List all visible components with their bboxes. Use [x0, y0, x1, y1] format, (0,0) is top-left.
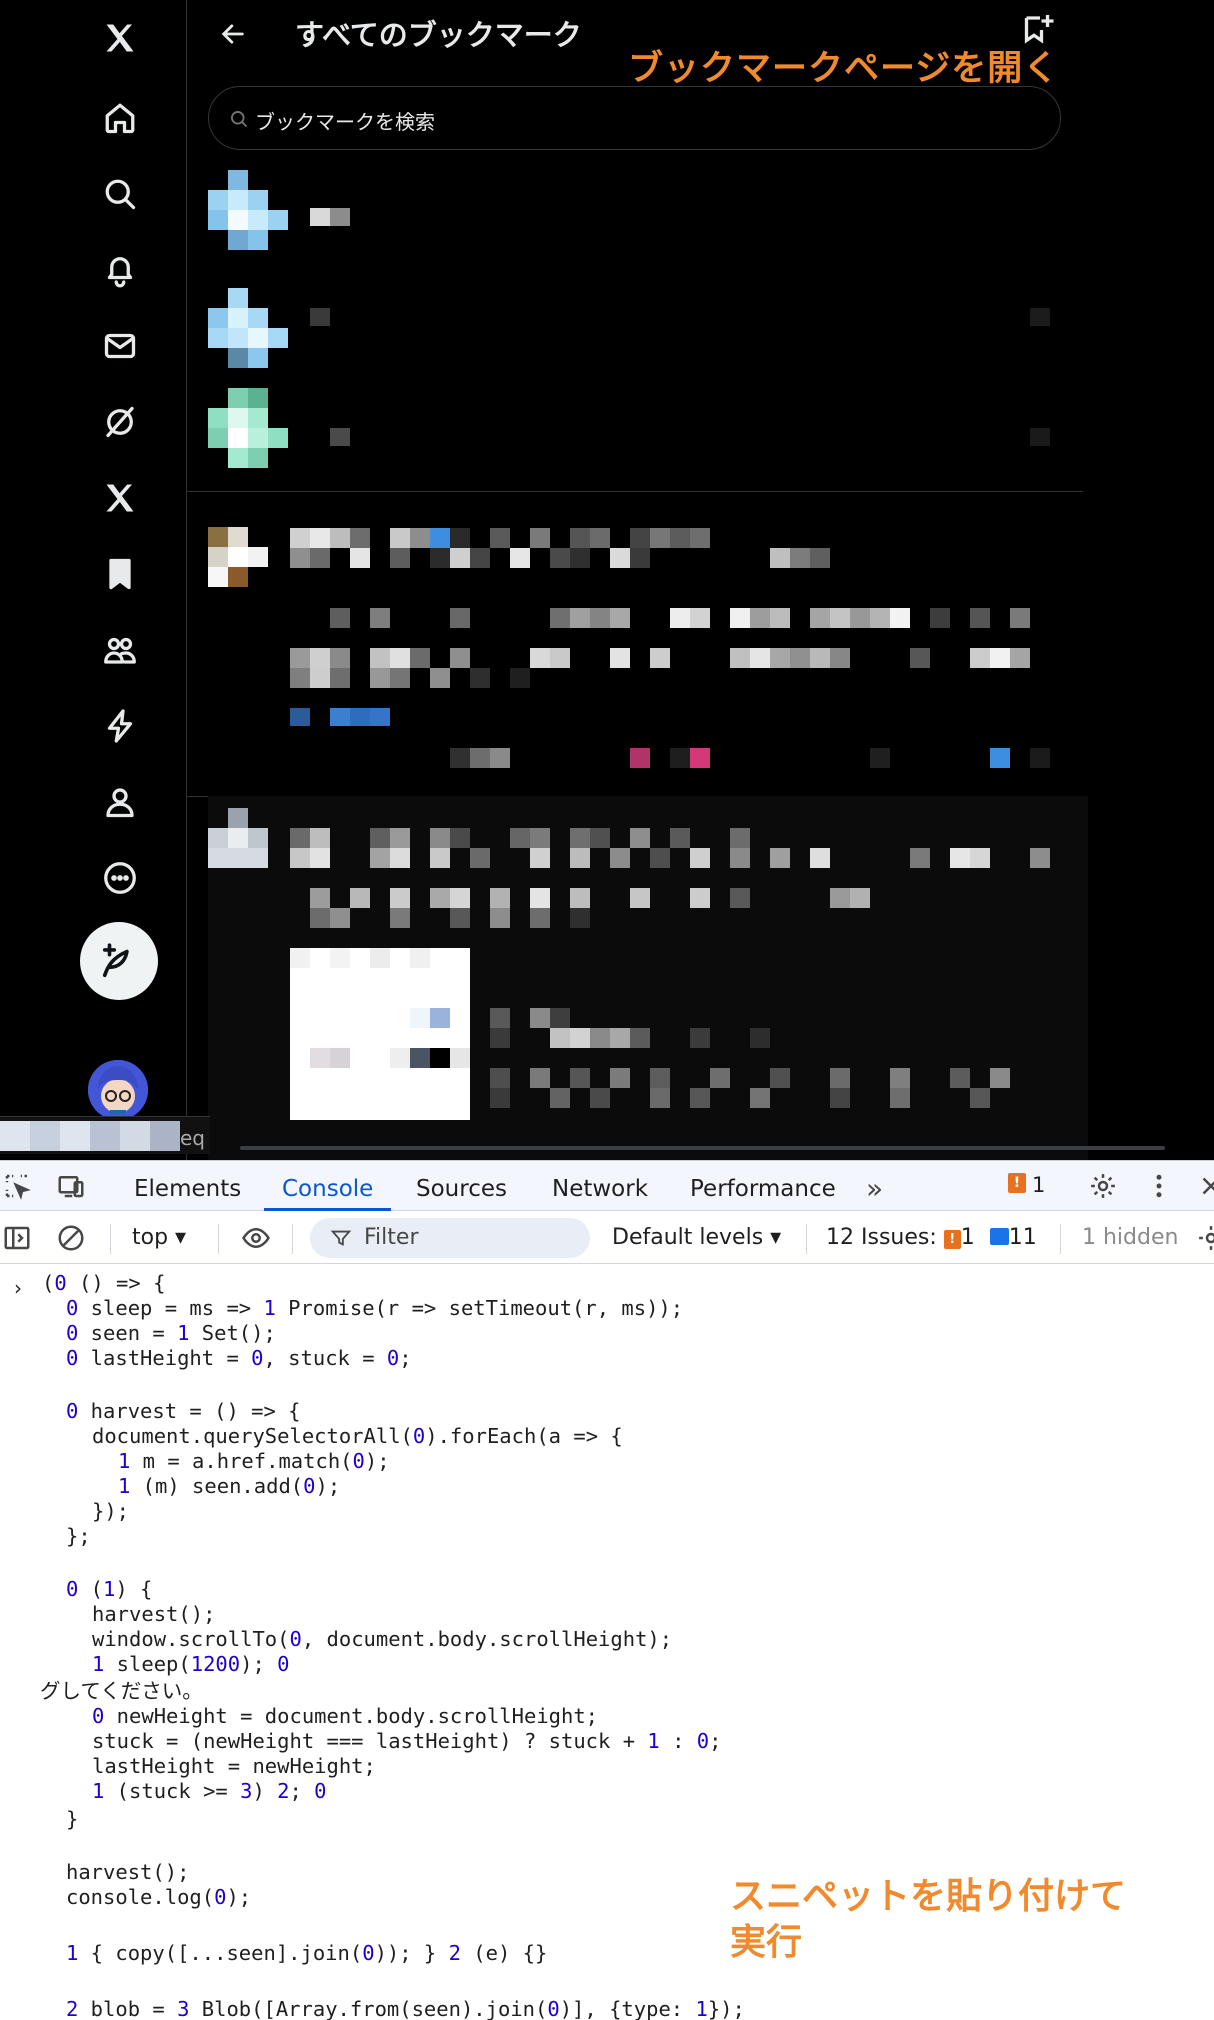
- code-line: グしてください。: [40, 1679, 203, 1703]
- code-line: harvest();: [66, 1860, 190, 1884]
- issues-summary[interactable]: 12 Issues: ! 1 11: [826, 1225, 1037, 1250]
- code-line: 0 sleep = ms => 1 Promise(r => setTimeou…: [66, 1296, 684, 1320]
- code-line: document.querySelectorAll(0).forEach(a =…: [92, 1424, 623, 1448]
- annotation-line: スニペットを貼り付けて: [730, 1876, 1127, 1917]
- tab-console[interactable]: Console: [264, 1161, 392, 1211]
- horizontal-scrollbar[interactable]: [240, 1146, 1165, 1150]
- hidden-messages-count: 1 hidden: [1082, 1225, 1179, 1250]
- issues-warn-count: 1: [960, 1225, 975, 1250]
- code-line: 2 blob = 3 Blob([Array.from(seen).join(0…: [66, 1997, 745, 2020]
- context-value: top: [132, 1225, 169, 1250]
- blurred-avatar: [208, 808, 268, 868]
- code-line: };: [66, 1524, 91, 1548]
- code-line: 1 m = a.href.match(0);: [118, 1449, 390, 1473]
- inspect-element-icon[interactable]: [2, 1171, 32, 1201]
- console-toolbar: top ▾ Filter Default levels ▾ 12 Issues:…: [0, 1212, 1214, 1264]
- code-line: 1 { copy([...seen].join(0)); } 2 (e) {}: [66, 1941, 548, 1965]
- tab-elements[interactable]: Elements: [134, 1161, 241, 1211]
- code-line: 0 (1) {: [66, 1577, 153, 1601]
- settings-gear-icon[interactable]: [1088, 1171, 1118, 1201]
- annotation-paste-snippet: スニペットを貼り付けて 実行: [730, 1874, 1126, 1966]
- blurred-avatar: [208, 527, 268, 587]
- info-issue-icon: [989, 1228, 1009, 1245]
- live-expression-eye-icon[interactable]: [241, 1223, 271, 1253]
- code-line: 0 lastHeight = 0, stuck = 0;: [66, 1346, 412, 1370]
- tab-performance[interactable]: Performance: [690, 1161, 836, 1211]
- code-line: 1 sleep(1200); 0: [92, 1652, 290, 1676]
- log-levels-dropdown[interactable]: Default levels ▾: [612, 1225, 781, 1250]
- clear-console-icon[interactable]: [56, 1223, 86, 1253]
- filter-placeholder: Filter: [364, 1225, 419, 1250]
- code-line: 0 harvest = () => {: [66, 1399, 301, 1423]
- code-line: stuck = (newHeight === lastHeight) ? stu…: [92, 1729, 722, 1753]
- filter-icon: [330, 1230, 352, 1246]
- device-toolbar-icon[interactable]: [56, 1171, 86, 1201]
- warning-issue-icon: !: [943, 1230, 961, 1249]
- issues-info-count: 11: [1008, 1225, 1037, 1250]
- code-line: (0 () => {: [42, 1271, 166, 1295]
- toolbar-separator: [110, 1224, 111, 1254]
- log-levels-value: Default levels: [612, 1225, 764, 1250]
- console-filter-input[interactable]: Filter: [310, 1218, 590, 1258]
- toolbar-separator: [218, 1224, 219, 1254]
- screenshot: { "page": { "title": "すべてのブックマーク", "sear…: [0, 0, 1214, 2020]
- code-line: window.scrollTo(0, document.body.scrollH…: [92, 1627, 673, 1651]
- code-line: 1 (m) seen.add(0);: [118, 1474, 341, 1498]
- code-line: 0 newHeight = document.body.scrollHeight…: [92, 1704, 599, 1728]
- console-settings-icon[interactable]: [1196, 1223, 1214, 1253]
- context-selector[interactable]: top ▾: [132, 1225, 186, 1250]
- toolbar-separator: [806, 1224, 807, 1254]
- code-line: console.log(0);: [66, 1885, 252, 1909]
- tab-sources[interactable]: Sources: [416, 1161, 507, 1211]
- close-devtools-icon[interactable]: [1196, 1171, 1214, 1201]
- blurred-tweet-content: [290, 208, 1050, 1120]
- kebab-menu-icon[interactable]: [1144, 1171, 1174, 1201]
- annotation-line: 実行: [730, 1922, 803, 1963]
- more-tabs-button[interactable]: »: [866, 1161, 883, 1211]
- code-line: 1 (stuck >= 3) 2; 0: [92, 1779, 327, 1803]
- tooltip-text: eq: [180, 1126, 205, 1150]
- code-line: });: [92, 1499, 130, 1523]
- blurred-avatar: [208, 388, 288, 468]
- hover-tooltip: [0, 1116, 210, 1154]
- issues-label: 12 Issues:: [826, 1225, 937, 1250]
- blurred-tooltip-content: [0, 1121, 180, 1151]
- toolbar-separator: [292, 1224, 293, 1254]
- tab-network[interactable]: Network: [552, 1161, 648, 1211]
- blurred-bookmark-list: [0, 0, 1214, 1160]
- devtools-tabbar: Elements Console Sources Network Perform…: [0, 1161, 1214, 1211]
- issue-count[interactable]: 1: [1032, 1173, 1045, 1197]
- warning-issue-icon[interactable]: !: [1008, 1173, 1026, 1193]
- blurred-avatar: [208, 170, 288, 250]
- toolbar-separator: [1060, 1224, 1061, 1254]
- x-bookmarks-page: すべてのブックマーク ブックマークページを開く ブックマークを検索 eq: [0, 0, 1214, 1160]
- blurred-avatar: [208, 288, 288, 368]
- code-line: harvest();: [92, 1602, 216, 1626]
- code-line: 0 seen = 1 Set();: [66, 1321, 276, 1345]
- code-line: lastHeight = newHeight;: [92, 1754, 376, 1778]
- sidebar-toggle-icon[interactable]: [2, 1223, 32, 1253]
- code-line: }: [66, 1807, 79, 1831]
